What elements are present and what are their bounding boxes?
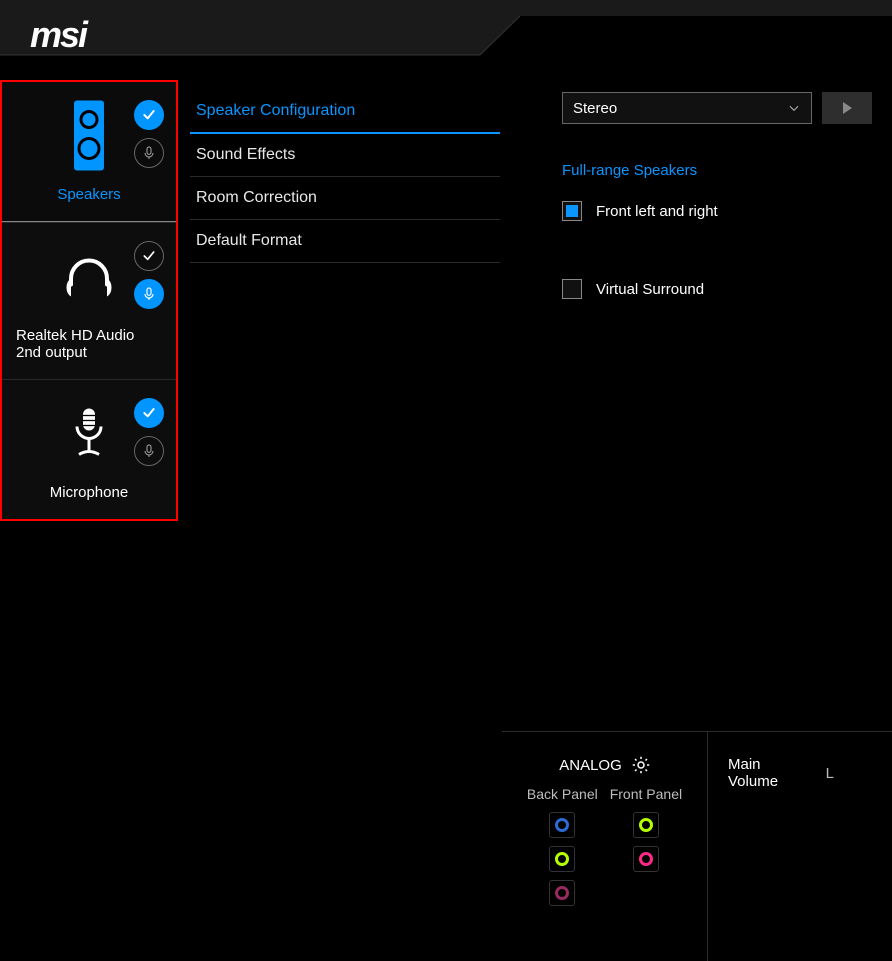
- channel-label: L: [826, 765, 834, 782]
- microphone-icon: [72, 406, 106, 465]
- nav-default-format[interactable]: Default Format: [190, 220, 500, 263]
- brand-logo: msi: [30, 14, 86, 56]
- settings-nav: Speaker Configuration Sound Effects Room…: [190, 90, 500, 263]
- device-realtek-2nd-output[interactable]: Realtek HD Audio 2nd output: [2, 222, 176, 379]
- back-port-blue[interactable]: [549, 812, 575, 838]
- main-volume-label: Main Volume: [728, 756, 796, 790]
- virtual-surround-label: Virtual Surround: [596, 281, 704, 298]
- play-icon: [840, 101, 854, 115]
- device-speakers[interactable]: Speakers: [2, 82, 176, 222]
- header-bg: [0, 0, 892, 70]
- chevron-down-icon: [787, 101, 801, 115]
- full-range-label: Full-range Speakers: [562, 162, 872, 179]
- gear-icon[interactable]: [632, 756, 650, 774]
- nav-speaker-configuration[interactable]: Speaker Configuration: [190, 90, 500, 134]
- device-label: Speakers: [8, 186, 170, 203]
- nav-sound-effects[interactable]: Sound Effects: [190, 134, 500, 177]
- back-port-green[interactable]: [549, 846, 575, 872]
- analog-title: ANALOG: [559, 757, 622, 774]
- default-check-badge[interactable]: [134, 398, 164, 428]
- speaker-config-select[interactable]: Stereo: [562, 92, 812, 124]
- front-lr-label: Front left and right: [596, 203, 718, 220]
- virtual-surround-row[interactable]: Virtual Surround: [562, 271, 872, 307]
- default-check-badge[interactable]: [134, 100, 164, 130]
- device-sidebar: Speakers Realtek HD Audio 2: [0, 80, 178, 521]
- front-lr-checkbox[interactable]: [562, 201, 582, 221]
- speaker-icon: [74, 100, 104, 175]
- mic-badge[interactable]: [134, 436, 164, 466]
- front-port-green[interactable]: [633, 812, 659, 838]
- headphones-icon: [65, 254, 113, 303]
- play-test-button[interactable]: [822, 92, 872, 124]
- select-value: Stereo: [573, 100, 617, 117]
- default-check-badge[interactable]: [134, 241, 164, 271]
- back-port-magenta[interactable]: [549, 880, 575, 906]
- device-microphone[interactable]: Microphone: [2, 379, 176, 519]
- mic-badge[interactable]: [134, 138, 164, 168]
- front-lr-row[interactable]: Front left and right: [562, 193, 872, 229]
- nav-room-correction[interactable]: Room Correction: [190, 177, 500, 220]
- front-panel-label: Front Panel: [610, 786, 682, 802]
- device-label: Microphone: [8, 484, 170, 501]
- virtual-surround-checkbox[interactable]: [562, 279, 582, 299]
- mic-badge[interactable]: [134, 279, 164, 309]
- front-port-pink[interactable]: [633, 846, 659, 872]
- device-label: Realtek HD Audio 2nd output: [8, 327, 170, 361]
- back-panel-label: Back Panel: [527, 786, 598, 802]
